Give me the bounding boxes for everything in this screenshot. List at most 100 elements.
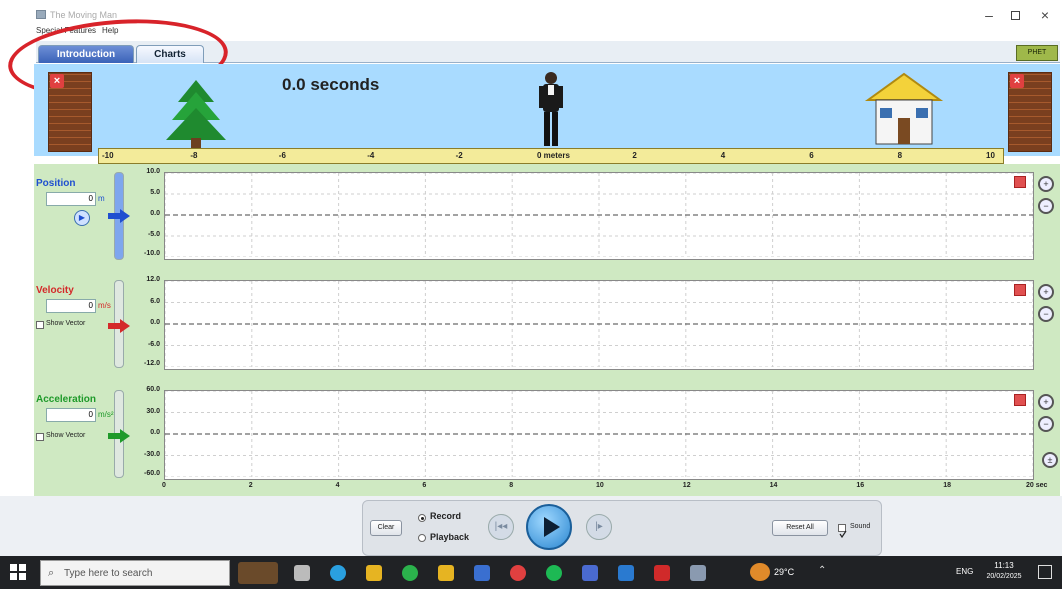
time-tick-label: 18 — [943, 482, 951, 489]
position-zoom-out-icon[interactable]: − — [1038, 198, 1054, 214]
ruler-tick-label: -4 — [367, 151, 375, 160]
temperature-text: 29°C — [774, 567, 795, 577]
file-explorer-icon[interactable] — [366, 565, 382, 581]
app-blue-icon[interactable] — [582, 565, 598, 581]
phet-logo-button[interactable]: PHET — [1016, 45, 1058, 61]
acceleration-chart-minimize-button[interactable] — [1014, 394, 1026, 406]
y-tick-label: -10.0 — [144, 250, 160, 257]
y-tick-label: -12.0 — [144, 360, 160, 367]
playback-radio[interactable] — [418, 534, 426, 542]
rewind-icon[interactable]: |◂◂ — [488, 514, 514, 540]
velocity-slider-arrow-icon[interactable] — [108, 319, 130, 333]
position-chart[interactable] — [164, 172, 1034, 260]
window-title: The Moving Man — [50, 10, 118, 20]
time-tick-label: 0 — [162, 482, 166, 489]
velocity-show-vector-checkbox[interactable] — [36, 321, 44, 329]
ruler-tick-label: 10 — [986, 151, 995, 160]
language-indicator[interactable]: ENG — [956, 567, 973, 576]
acceleration-show-vector-checkbox[interactable] — [36, 433, 44, 441]
y-tick-label: -60.0 — [144, 470, 160, 477]
y-tick-label: 5.0 — [150, 189, 160, 196]
y-tick-label: 0.0 — [150, 429, 160, 436]
time-axis: 0 2 4 6 8 10 12 14 16 18 20 sec — [162, 482, 1054, 494]
position-value-field[interactable]: 0 — [46, 192, 96, 206]
acceleration-axis-ticks: 60.0 30.0 0.0 -30.0 -60.0 — [130, 386, 160, 480]
widgets-deer-icon[interactable] — [238, 562, 278, 584]
minimize-button[interactable]: – — [978, 6, 1000, 24]
velocity-chart-minimize-button[interactable] — [1014, 284, 1026, 296]
y-tick-label: -5.0 — [147, 231, 160, 238]
position-axis-ticks: 10.0 5.0 0.0 -5.0 -10.0 — [130, 168, 160, 260]
velocity-axis-ticks: 12.0 6.0 0.0 -6.0 -12.0 — [130, 276, 160, 370]
ruler-tick-label: 2 — [632, 151, 637, 160]
acceleration-unit: m/s² — [98, 410, 114, 419]
house-icon — [864, 72, 944, 145]
clock-date[interactable]: 20/02/2025 — [980, 573, 1028, 580]
y-tick-label: 0.0 — [150, 210, 160, 217]
clock-time[interactable]: 11:13 — [984, 561, 1024, 570]
velocity-zoom-out-icon[interactable]: − — [1038, 306, 1054, 322]
record-radio[interactable] — [418, 514, 426, 522]
ruler-tick-label: -10 — [102, 151, 114, 160]
time-zoom-icon[interactable]: ± — [1042, 452, 1058, 468]
acceleration-slider-arrow-icon[interactable] — [108, 429, 130, 443]
spotify-icon[interactable] — [546, 565, 562, 581]
weather-icon[interactable] — [750, 563, 770, 581]
whatsapp-icon[interactable] — [402, 565, 418, 581]
ruler-tick-label: 0 meters — [537, 151, 570, 160]
reset-all-button[interactable]: Reset All — [772, 520, 828, 536]
acceleration-chart[interactable] — [164, 390, 1034, 480]
velocity-chart[interactable] — [164, 280, 1034, 370]
notification-icon[interactable] — [1038, 565, 1052, 579]
y-tick-label: 30.0 — [146, 407, 160, 415]
clear-button[interactable]: Clear — [370, 520, 402, 536]
velocity-zoom-in-icon[interactable]: + — [1038, 284, 1054, 300]
tree-icon — [166, 80, 226, 148]
y-tick-label: 6.0 — [150, 297, 160, 305]
acceleration-zoom-out-icon[interactable]: − — [1038, 416, 1054, 432]
position-go-button[interactable]: ▶ — [74, 210, 90, 226]
sound-label: Sound — [850, 523, 871, 530]
chart-grid — [164, 172, 1034, 258]
app-red-icon[interactable] — [654, 565, 670, 581]
task-view-icon[interactable] — [294, 565, 310, 581]
time-tick-label: 10 — [596, 482, 604, 489]
position-label: Position — [36, 178, 76, 189]
app-window: The Moving Man – × Special Features Help… — [0, 0, 1062, 589]
folder-icon[interactable] — [438, 565, 454, 581]
windows-start-icon[interactable] — [10, 564, 26, 580]
ruler-tick-label: 8 — [897, 151, 903, 160]
left-wall-close-icon[interactable]: × — [50, 74, 64, 88]
ruler-tick-label: -8 — [190, 151, 198, 160]
velocity-label: Velocity — [36, 285, 74, 296]
play-button[interactable] — [526, 504, 572, 550]
ruler-tick-label: 4 — [720, 151, 726, 160]
sound-checkbox[interactable] — [838, 524, 847, 539]
elapsed-time-text: 0.0 seconds — [282, 75, 380, 94]
chart-grid — [164, 390, 1034, 478]
close-window-button[interactable]: × — [1034, 6, 1056, 24]
velocity-value-field[interactable]: 0 — [46, 299, 96, 313]
tray-chevron-icon[interactable]: ⌃ — [818, 565, 826, 576]
y-tick-label: -30.0 — [144, 450, 160, 458]
acceleration-zoom-in-icon[interactable]: + — [1038, 394, 1054, 410]
position-chart-minimize-button[interactable] — [1014, 176, 1026, 188]
velocity-show-vector-label: Show Vector — [46, 320, 86, 327]
chart-grid — [164, 280, 1034, 368]
chrome-icon[interactable] — [510, 565, 526, 581]
java-app-icon[interactable] — [690, 565, 706, 581]
position-slider-arrow-icon[interactable] — [108, 209, 130, 223]
right-wall-close-icon[interactable]: × — [1010, 74, 1024, 88]
acceleration-value-field[interactable]: 0 — [46, 408, 96, 422]
step-forward-icon[interactable]: |▸ — [586, 514, 612, 540]
time-tick-label: 16 — [856, 482, 865, 489]
position-zoom-in-icon[interactable]: + — [1038, 176, 1054, 192]
photos-icon[interactable] — [618, 565, 634, 581]
acceleration-show-vector-label: Show Vector — [46, 432, 86, 439]
maximize-button[interactable] — [1004, 6, 1026, 24]
edge-icon[interactable] — [330, 565, 346, 581]
moving-man-icon[interactable] — [536, 70, 566, 150]
app-icon — [36, 10, 46, 19]
outlook-icon[interactable] — [474, 565, 490, 581]
taskbar-search-placeholder: Type here to search — [64, 568, 153, 579]
